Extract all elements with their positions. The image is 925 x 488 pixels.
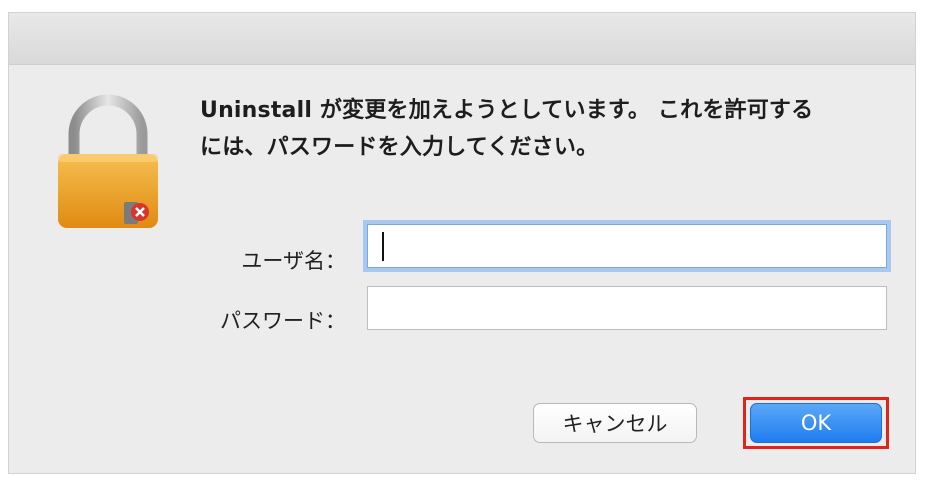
password-label: パスワード： xyxy=(220,309,346,333)
password-field[interactable] xyxy=(367,286,887,330)
ok-button[interactable]: OK xyxy=(750,403,882,443)
username-label: ユーザ名： xyxy=(241,249,346,273)
dialog-message: Uninstall が変更を加えようとしています。 これを許可する には、パスワ… xyxy=(200,92,900,166)
lock-icon xyxy=(58,94,158,228)
cancel-button[interactable]: キャンセル xyxy=(533,403,697,443)
screen: Uninstall が変更を加えようとしています。 これを許可する には、パスワ… xyxy=(0,0,925,488)
text-caret xyxy=(382,232,384,261)
dialog-message-line-2: には、パスワードを入力してください。 xyxy=(200,135,599,160)
dialog-titlebar[interactable] xyxy=(9,13,915,65)
dialog-message-line-1: Uninstall が変更を加えようとしています。 これを許可する xyxy=(200,98,814,123)
username-field[interactable] xyxy=(367,224,887,268)
